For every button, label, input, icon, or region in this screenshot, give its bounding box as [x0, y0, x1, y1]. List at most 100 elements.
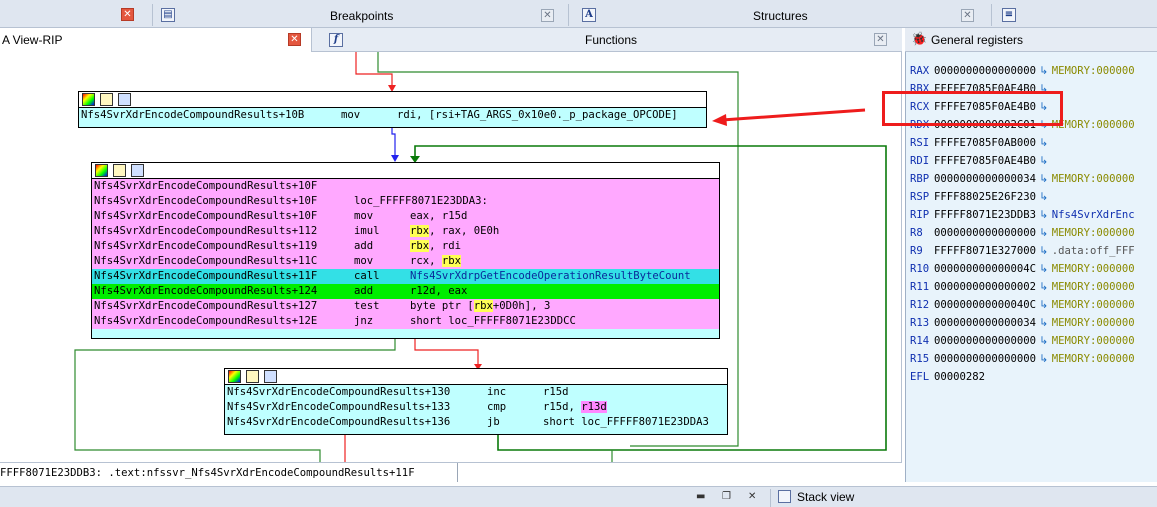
- asm-line[interactable]: Nfs4SvrXdrEncodeCompoundResults+12E jnz …: [92, 314, 719, 329]
- register-reference[interactable]: .data:off_FFF: [1052, 245, 1135, 257]
- asm-line[interactable]: Nfs4SvrXdrEncodeCompoundResults+10F: [92, 179, 719, 194]
- register-row-r15[interactable]: R15 0000000000000000 ↳ MEMORY:000000: [910, 350, 1135, 368]
- asm-line[interactable]: Nfs4SvrXdrEncodeCompoundResults+136 jb s…: [225, 415, 727, 430]
- basic-block-3[interactable]: Nfs4SvrXdrEncodeCompoundResults+130 inc …: [224, 368, 728, 435]
- register-row-rdi[interactable]: RDI FFFFE7085F0AE4B0 ↳: [910, 152, 1052, 170]
- tab-breakpoints[interactable]: Breakpoints: [180, 4, 560, 28]
- register-value[interactable]: 0000000000000000: [934, 353, 1036, 365]
- register-row-rsp[interactable]: RSP FFFF88025E26F230 ↳: [910, 188, 1052, 206]
- register-value[interactable]: 0000000000000034: [934, 173, 1036, 185]
- register-row-rax[interactable]: RAX 0000000000000000 ↳ MEMORY:000000: [910, 62, 1135, 80]
- edit-icon[interactable]: [113, 164, 126, 177]
- register-value[interactable]: 0000000000000002: [934, 281, 1036, 293]
- asm-operands: r15d: [543, 386, 569, 398]
- close-icon[interactable]: ✕: [748, 491, 756, 502]
- register-highlight: rbx: [410, 240, 430, 252]
- close-icon[interactable]: ✕: [874, 33, 887, 46]
- asm-line[interactable]: Nfs4SvrXdrEncodeCompoundResults+127 test…: [92, 299, 719, 314]
- jump-arrow-icon[interactable]: ↳: [1036, 173, 1052, 185]
- register-row-r13[interactable]: R13 0000000000000034 ↳ MEMORY:000000: [910, 314, 1135, 332]
- minimize-icon[interactable]: ▬: [696, 491, 705, 502]
- close-icon[interactable]: ✕: [541, 9, 554, 22]
- register-value[interactable]: 000000000000004C: [934, 263, 1036, 275]
- color-icon[interactable]: [95, 164, 108, 177]
- asm-line-call[interactable]: Nfs4SvrXdrEncodeCompoundResults+11F call…: [92, 269, 719, 284]
- register-value[interactable]: FFFFF8071E23DDB3: [934, 209, 1036, 221]
- jump-arrow-icon[interactable]: ↳: [1036, 209, 1052, 221]
- asm-line[interactable]: Nfs4SvrXdrEncodeCompoundResults+10F mov …: [92, 209, 719, 224]
- tab-general-registers[interactable]: General registers: [931, 28, 1023, 52]
- jump-arrow-icon[interactable]: ↳: [1036, 353, 1052, 365]
- asm-line[interactable]: Nfs4SvrXdrEncodeCompoundResults+119 add …: [92, 239, 719, 254]
- jump-arrow-icon[interactable]: ↳: [1036, 335, 1052, 347]
- register-reference[interactable]: MEMORY:000000: [1052, 317, 1135, 329]
- asm-line[interactable]: Nfs4SvrXdrEncodeCompoundResults+10F loc_…: [92, 194, 719, 209]
- tab-stack-view[interactable]: Stack view: [797, 487, 854, 507]
- register-value[interactable]: 0000000000000000: [934, 227, 1036, 239]
- register-reference[interactable]: MEMORY:000000: [1052, 353, 1135, 365]
- tab-functions[interactable]: Functions: [350, 28, 890, 52]
- graph-icon[interactable]: [118, 93, 131, 106]
- graph-icon[interactable]: [131, 164, 144, 177]
- register-reference[interactable]: MEMORY:000000: [1052, 281, 1135, 293]
- register-row-r9[interactable]: R9 FFFFF8071E327000 ↳ .data:off_FFF: [910, 242, 1135, 260]
- asm-line[interactable]: Nfs4SvrXdrEncodeCompoundResults+112 imul…: [92, 224, 719, 239]
- register-value[interactable]: 0000000000000000: [934, 65, 1036, 77]
- register-value[interactable]: FFFF88025E26F230: [934, 191, 1036, 203]
- register-reference[interactable]: MEMORY:000000: [1052, 299, 1135, 311]
- tab-ida-view[interactable]: A View-RIP ✕: [0, 28, 312, 52]
- jump-arrow-icon[interactable]: ↳: [1036, 227, 1052, 239]
- register-row-r14[interactable]: R14 0000000000000000 ↳ MEMORY:000000: [910, 332, 1135, 350]
- jump-arrow-icon[interactable]: ↳: [1036, 65, 1052, 77]
- color-icon[interactable]: [228, 370, 241, 383]
- register-value[interactable]: FFFFE7085F0AE4B0: [934, 155, 1036, 167]
- register-row-r10[interactable]: R10 000000000000004C ↳ MEMORY:000000: [910, 260, 1135, 278]
- jump-arrow-icon[interactable]: ↳: [1036, 191, 1052, 203]
- register-value[interactable]: 0000000000000000: [934, 335, 1036, 347]
- register-reference[interactable]: MEMORY:000000: [1052, 65, 1135, 77]
- register-row-r12[interactable]: R12 000000000000040C ↳ MEMORY:000000: [910, 296, 1135, 314]
- register-row-rip[interactable]: RIP FFFFF8071E23DDB3 ↳ Nfs4SvrXdrEnc: [910, 206, 1135, 224]
- basic-block-2[interactable]: Nfs4SvrXdrEncodeCompoundResults+10F Nfs4…: [91, 162, 720, 339]
- restore-icon[interactable]: ❐: [722, 491, 731, 502]
- register-value[interactable]: 000000000000040C: [934, 299, 1036, 311]
- asm-line-current[interactable]: Nfs4SvrXdrEncodeCompoundResults+124 add …: [92, 284, 719, 299]
- register-value[interactable]: FFFFF8071E327000: [934, 245, 1036, 257]
- edit-icon[interactable]: [100, 93, 113, 106]
- basic-block-1[interactable]: Nfs4SvrXdrEncodeCompoundResults+10B mov …: [78, 91, 707, 128]
- register-name: RSP: [910, 191, 930, 203]
- asm-line[interactable]: Nfs4SvrXdrEncodeCompoundResults+133 cmp …: [225, 400, 727, 415]
- register-reference[interactable]: MEMORY:000000: [1052, 119, 1135, 131]
- register-row-rsi[interactable]: RSI FFFFE7085F0AB000 ↳: [910, 134, 1052, 152]
- jump-arrow-icon[interactable]: ↳: [1036, 263, 1052, 275]
- asm-line[interactable]: Nfs4SvrXdrEncodeCompoundResults+10B mov …: [79, 108, 706, 123]
- jump-arrow-icon[interactable]: ↳: [1036, 281, 1052, 293]
- asm-line[interactable]: Nfs4SvrXdrEncodeCompoundResults+130 inc …: [225, 385, 727, 400]
- close-icon[interactable]: ✕: [961, 9, 974, 22]
- register-row-r8[interactable]: R8 0000000000000000 ↳ MEMORY:000000: [910, 224, 1135, 242]
- register-row-r11[interactable]: R11 0000000000000002 ↳ MEMORY:000000: [910, 278, 1135, 296]
- asm-line[interactable]: Nfs4SvrXdrEncodeCompoundResults+11C mov …: [92, 254, 719, 269]
- register-reference[interactable]: MEMORY:000000: [1052, 263, 1135, 275]
- edit-icon[interactable]: [246, 370, 259, 383]
- color-icon[interactable]: [82, 93, 95, 106]
- register-value[interactable]: 00000282: [934, 371, 985, 383]
- jump-arrow-icon[interactable]: ↳: [1036, 137, 1052, 149]
- graph-view[interactable]: Nfs4SvrXdrEncodeCompoundResults+10B mov …: [0, 52, 902, 462]
- jump-arrow-icon[interactable]: ↳: [1036, 299, 1052, 311]
- close-icon[interactable]: ✕: [121, 8, 134, 21]
- jump-arrow-icon[interactable]: ↳: [1036, 155, 1052, 167]
- close-icon[interactable]: ✕: [288, 33, 301, 46]
- register-reference[interactable]: MEMORY:000000: [1052, 227, 1135, 239]
- register-value[interactable]: FFFFE7085F0AB000: [934, 137, 1036, 149]
- asm-operands: rdi, [rsi+TAG_ARGS_0x10e0._p_package_OPC…: [397, 109, 678, 121]
- graph-icon[interactable]: [264, 370, 277, 383]
- register-row-efl[interactable]: EFL 00000282: [910, 368, 985, 386]
- jump-arrow-icon[interactable]: ↳: [1036, 317, 1052, 329]
- register-row-rbp[interactable]: RBP 0000000000000034 ↳ MEMORY:000000: [910, 170, 1135, 188]
- register-reference[interactable]: MEMORY:000000: [1052, 173, 1135, 185]
- register-reference[interactable]: Nfs4SvrXdrEnc: [1052, 209, 1135, 221]
- register-reference[interactable]: MEMORY:000000: [1052, 335, 1135, 347]
- jump-arrow-icon[interactable]: ↳: [1036, 245, 1052, 257]
- register-value[interactable]: 0000000000000034: [934, 317, 1036, 329]
